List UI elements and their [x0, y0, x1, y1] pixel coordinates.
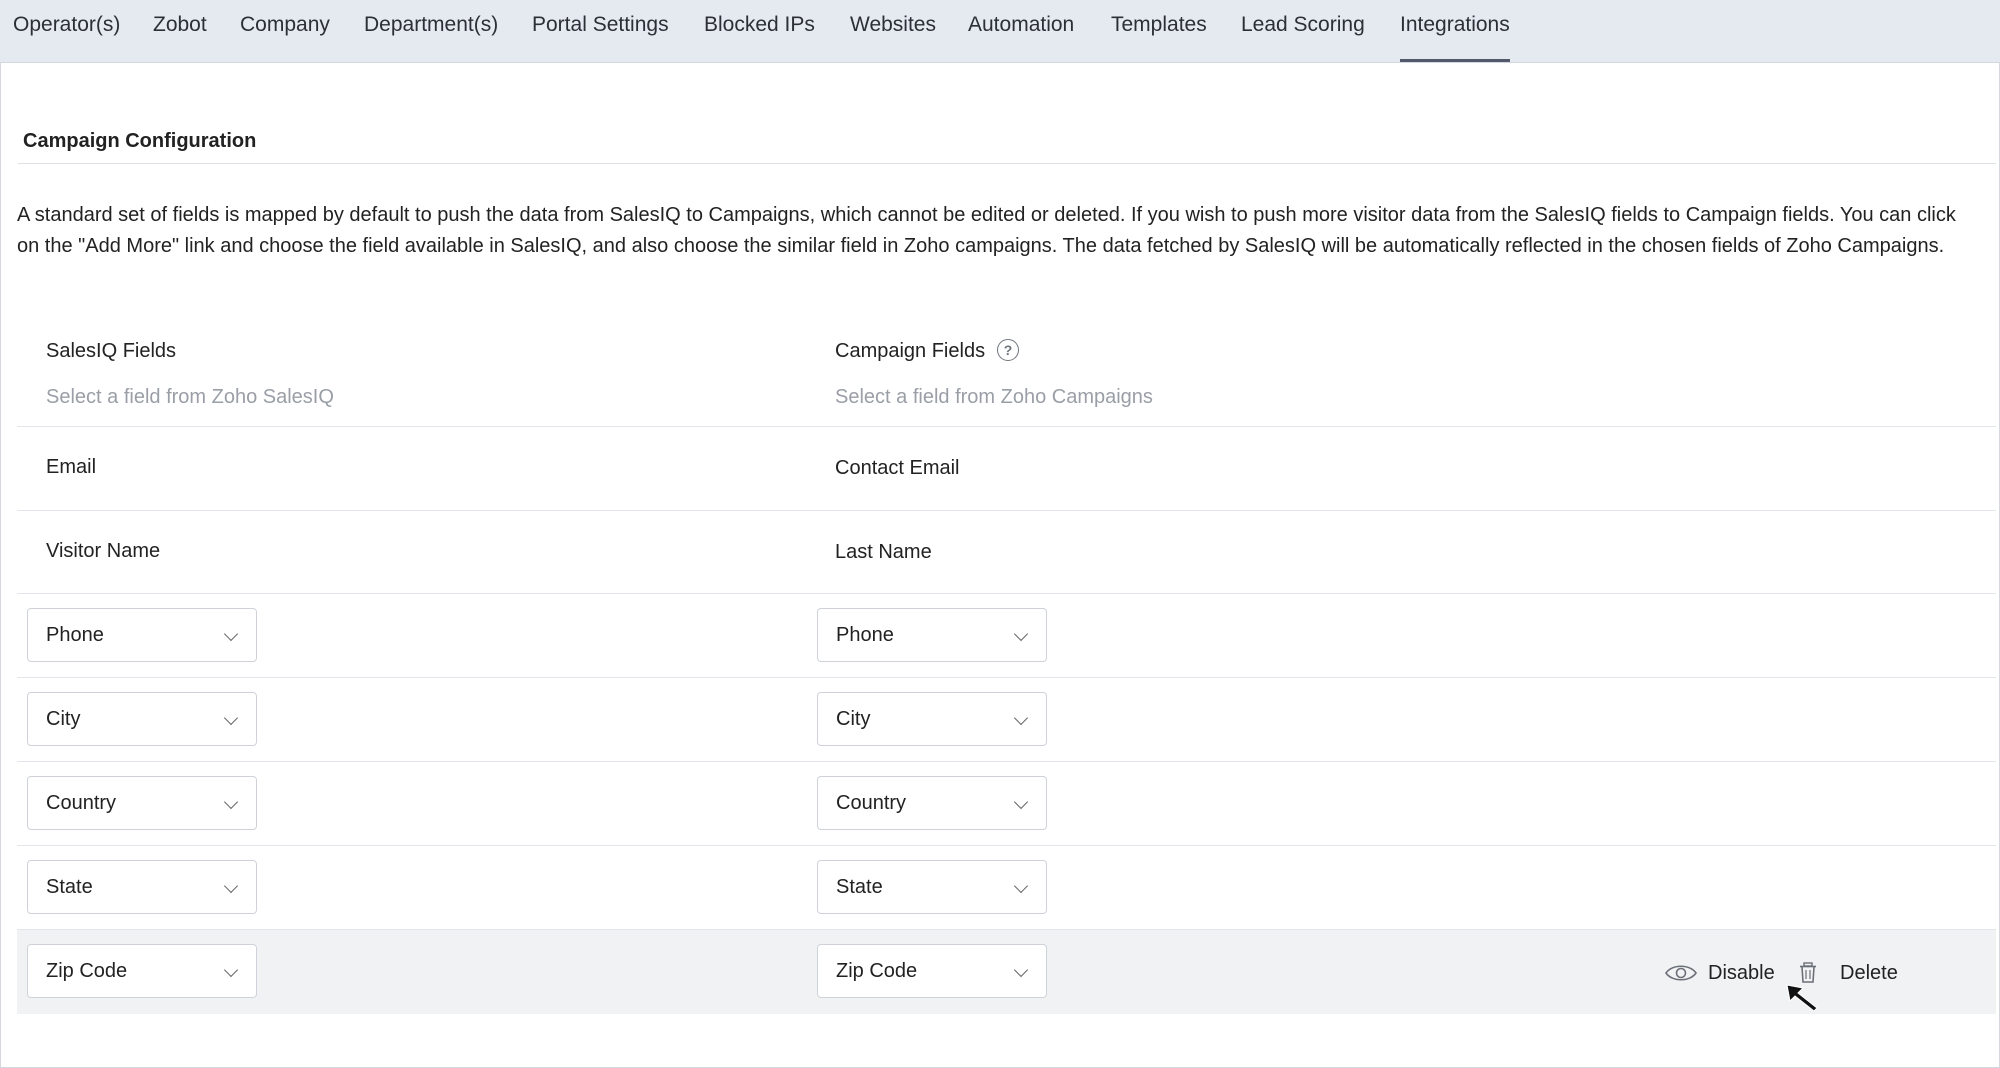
- salesiq-fields-header: SalesIQ Fields: [46, 340, 177, 362]
- question-circle-icon[interactable]: ?: [997, 339, 1019, 361]
- chevron-down-icon: [1013, 794, 1029, 810]
- section-description: A standard set of fields is mapped by de…: [17, 204, 1956, 257]
- mouse-cursor-icon: [1786, 984, 1818, 1012]
- eye-icon: [1665, 965, 1697, 981]
- row-divider: [17, 426, 1996, 427]
- default-campaign-field-last-name: Last Name: [835, 541, 932, 563]
- disable-label: Disable: [1708, 961, 1775, 984]
- campaign-field-select-country[interactable]: Country: [817, 776, 1047, 830]
- salesiq-field-select-zip-code[interactable]: Zip Code: [27, 944, 257, 998]
- select-value: City: [836, 708, 871, 730]
- row-divider: [17, 845, 1996, 846]
- chevron-down-icon: [223, 962, 239, 978]
- select-value: Phone: [836, 624, 894, 646]
- section-title: Campaign Configuration: [23, 130, 257, 152]
- tab-portal-settings[interactable]: Portal Settings: [532, 0, 669, 62]
- default-campaign-field-contact-email: Contact Email: [835, 457, 960, 479]
- select-value: State: [46, 876, 93, 898]
- chevron-down-icon: [1013, 626, 1029, 642]
- campaign-field-select-state[interactable]: State: [817, 860, 1047, 914]
- campaign-fields-placeholder: Select a field from Zoho Campaigns: [835, 386, 1153, 408]
- tab-departments[interactable]: Department(s): [364, 0, 498, 62]
- tab-zobot[interactable]: Zobot: [153, 0, 207, 62]
- chevron-down-icon: [223, 794, 239, 810]
- salesiq-field-select-state[interactable]: State: [27, 860, 257, 914]
- row-divider: [17, 510, 1996, 511]
- salesiq-field-select-country[interactable]: Country: [27, 776, 257, 830]
- tab-company[interactable]: Company: [240, 0, 330, 62]
- select-value: City: [46, 708, 81, 730]
- campaign-fields-header: Campaign Fields: [835, 340, 986, 362]
- select-value: Country: [836, 792, 907, 814]
- campaign-field-select-zip-code[interactable]: Zip Code: [817, 944, 1047, 998]
- default-salesiq-field-email: Email: [46, 456, 97, 478]
- salesiq-field-select-city[interactable]: City: [27, 692, 257, 746]
- chevron-down-icon: [223, 710, 239, 726]
- tab-lead-scoring[interactable]: Lead Scoring: [1241, 0, 1365, 62]
- tab-operators[interactable]: Operator(s): [13, 0, 120, 62]
- select-value: Phone: [46, 624, 104, 646]
- chevron-down-icon: [1013, 878, 1029, 894]
- delete-label: Delete: [1840, 961, 1898, 984]
- tab-blocked-ips[interactable]: Blocked IPs: [704, 0, 815, 62]
- tab-websites[interactable]: Websites: [850, 0, 936, 62]
- chevron-down-icon: [223, 626, 239, 642]
- campaign-field-select-phone[interactable]: Phone: [817, 608, 1047, 662]
- default-salesiq-field-visitor-name: Visitor Name: [46, 540, 161, 562]
- trash-icon: [1800, 962, 1816, 983]
- section-divider: [18, 163, 1996, 164]
- select-value: Country: [46, 792, 117, 814]
- disable-button[interactable]: Disable: [1664, 958, 1775, 988]
- chevron-down-icon: [1013, 962, 1029, 978]
- tab-automation[interactable]: Automation: [968, 0, 1074, 62]
- row-divider: [17, 593, 1996, 594]
- select-value: State: [836, 876, 883, 898]
- row-divider: [17, 761, 1996, 762]
- row-divider: [17, 677, 1996, 678]
- campaign-field-select-city[interactable]: City: [817, 692, 1047, 746]
- chevron-down-icon: [1013, 710, 1029, 726]
- tab-integrations[interactable]: Integrations: [1400, 0, 1510, 62]
- select-value: Zip Code: [836, 960, 918, 982]
- select-value: Zip Code: [46, 960, 128, 982]
- salesiq-field-select-phone[interactable]: Phone: [27, 608, 257, 662]
- settings-tab-bar: Operator(s) Zobot Company Department(s) …: [0, 0, 2000, 63]
- chevron-down-icon: [223, 878, 239, 894]
- tab-templates[interactable]: Templates: [1111, 0, 1207, 62]
- salesiq-fields-placeholder: Select a field from Zoho SalesIQ: [46, 386, 334, 408]
